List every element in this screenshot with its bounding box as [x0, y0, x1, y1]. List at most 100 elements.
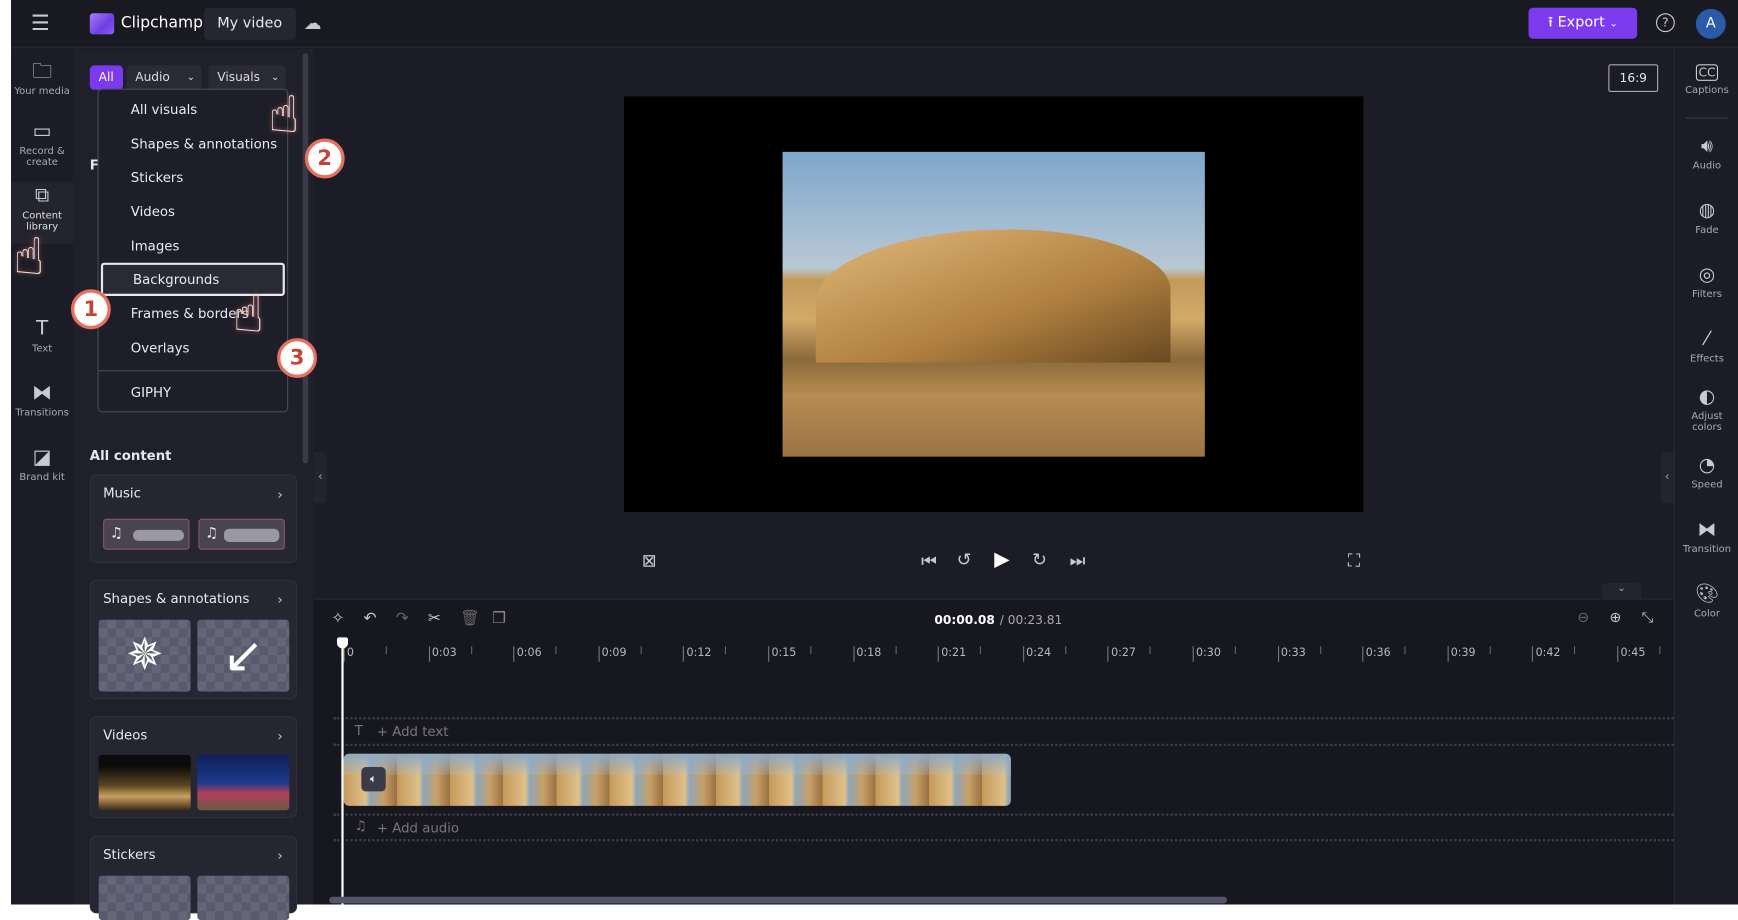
- export-button[interactable]: ⭱ Export ⌄: [1528, 7, 1638, 39]
- pyramid-video-thumb[interactable]: [98, 754, 191, 811]
- fullscreen-icon[interactable]: ⛶: [1348, 551, 1360, 570]
- arrow-shape-thumb[interactable]: ↙: [197, 619, 290, 692]
- menu-item-giphy[interactable]: GIPHY: [101, 376, 285, 409]
- menu-item-videos[interactable]: Videos: [101, 195, 285, 228]
- duplicate-icon[interactable]: ❐: [492, 611, 506, 627]
- playhead[interactable]: [341, 639, 344, 906]
- rail-transition[interactable]: ⧓ Transition: [1675, 520, 1738, 555]
- card-title: Music: [103, 485, 141, 502]
- redo-icon[interactable]: ↷: [396, 611, 409, 627]
- zoom-in-icon[interactable]: ⊕: [1609, 611, 1621, 625]
- menu-divider: [98, 370, 288, 372]
- project-title[interactable]: My video: [203, 7, 296, 40]
- menu-item-all-visuals[interactable]: All visuals: [101, 93, 285, 126]
- eiffel-video-thumb[interactable]: [197, 754, 290, 811]
- menu-item-images[interactable]: Images: [101, 229, 285, 262]
- filter-visuals-label: Visuals: [217, 69, 261, 85]
- timeline-scrollbar[interactable]: [329, 896, 1228, 904]
- camera-off-icon[interactable]: ⊠: [642, 551, 657, 570]
- skip-back-icon[interactable]: ⏮: [921, 551, 937, 570]
- chevron-right-icon[interactable]: ›: [277, 728, 282, 744]
- filter-all[interactable]: All: [89, 65, 123, 90]
- rail-label: Effects: [1690, 353, 1724, 365]
- clipchamp-logo: [89, 13, 115, 35]
- card-title: Videos: [103, 727, 148, 743]
- collapse-left-panel-button[interactable]: ‹: [313, 452, 327, 504]
- rail-label: Color: [1693, 608, 1720, 620]
- play-icon[interactable]: ▶: [994, 549, 1009, 570]
- step-badge-1: 1: [70, 289, 111, 330]
- pointer-hand-icon: ☝: [268, 84, 300, 145]
- skip-forward-icon[interactable]: ⏭: [1070, 551, 1086, 570]
- help-icon[interactable]: ?: [1655, 13, 1675, 33]
- rewind-5-icon[interactable]: ↺: [957, 550, 972, 569]
- rail-color[interactable]: 🎨︎ Color: [1675, 583, 1738, 620]
- track-divider: [333, 743, 1674, 746]
- ruler-minor-tick: [1659, 646, 1661, 654]
- videos-card[interactable]: Videos ›: [89, 716, 298, 819]
- rail-speed[interactable]: ◔ Speed: [1675, 456, 1738, 491]
- sticker-thumb[interactable]: [98, 875, 191, 920]
- music-thumb[interactable]: ♫: [198, 518, 285, 550]
- zoom-out-icon[interactable]: ⊖: [1577, 611, 1589, 625]
- collapse-timeline-button[interactable]: ⌄: [1601, 583, 1642, 599]
- filter-audio[interactable]: Audio ⌄: [126, 65, 202, 90]
- rail-text[interactable]: T Text: [11, 319, 73, 355]
- undo-icon[interactable]: ↶: [364, 611, 377, 627]
- pointer-hand-icon: ☝: [13, 226, 45, 286]
- clipchamp-editor: ☰ Clipchamp My video ☁ ⭱ Export ⌄ ? A 🗀 Y…: [11, 0, 1738, 920]
- magic-wand-icon: ⁄: [1705, 328, 1709, 351]
- magic-icon[interactable]: ✧: [331, 611, 344, 627]
- burst-shape-thumb[interactable]: ✵: [98, 619, 191, 692]
- rail-brand-kit[interactable]: ◪ Brand kit: [11, 447, 73, 483]
- menu-item-stickers[interactable]: Stickers: [101, 161, 285, 194]
- playhead-handle[interactable]: [336, 637, 349, 649]
- rail-fade[interactable]: ◍ Fade: [1675, 201, 1738, 236]
- rail-transitions[interactable]: ⧓ Transitions: [11, 383, 73, 419]
- stickers-card[interactable]: Stickers ›: [89, 835, 298, 920]
- shapes-card[interactable]: Shapes & annotations › ✵ ↙: [89, 579, 298, 700]
- sticker-thumb[interactable]: [197, 875, 290, 920]
- ruler-minor-tick: [385, 646, 387, 654]
- add-audio-button[interactable]: + Add audio: [377, 820, 459, 836]
- dune-shape: [815, 229, 1171, 363]
- chevron-right-icon[interactable]: ›: [277, 848, 282, 864]
- right-rail: CC Captions 🔊︎ Audio ◍ Fade ◎ Filters ⁄ Effec…: [1673, 48, 1738, 905]
- ruler-tick-label: 0:12: [683, 646, 711, 662]
- ruler-tick-label: 0:27: [1107, 646, 1136, 662]
- captions-icon: CC: [1695, 64, 1719, 81]
- card-title: Stickers: [103, 846, 156, 863]
- ruler-tick-label: 0:03: [428, 646, 457, 662]
- video-canvas[interactable]: [624, 96, 1364, 513]
- forward-5-icon[interactable]: ↻: [1032, 550, 1047, 569]
- chevron-right-icon[interactable]: ›: [277, 487, 282, 503]
- fit-timeline-icon[interactable]: ⤡: [1642, 611, 1654, 625]
- music-thumb[interactable]: ♫: [103, 518, 190, 550]
- aspect-ratio-button[interactable]: 16:9: [1608, 64, 1659, 92]
- add-text-button[interactable]: + Add text: [377, 724, 449, 740]
- rail-record-create[interactable]: ▭ Record & create: [11, 121, 73, 168]
- ruler-minor-tick: [725, 646, 727, 654]
- chevron-down-icon: ⌄: [186, 72, 196, 84]
- rail-effects[interactable]: ⁄ Effects: [1675, 328, 1738, 365]
- rail-filters[interactable]: ◎ Filters: [1675, 265, 1738, 300]
- rail-your-media[interactable]: 🗀 Your media: [11, 62, 73, 98]
- clip-volume-icon[interactable]: 🔈︎: [361, 767, 386, 792]
- palette-icon: 🎨︎: [1694, 583, 1719, 606]
- rail-adjust-colors[interactable]: ◐ Adjust colors: [1675, 387, 1738, 433]
- rail-audio[interactable]: 🔊︎ Audio: [1675, 137, 1738, 172]
- music-note-icon: ♫: [109, 525, 123, 543]
- preview-area: 16:9 ⊠ ⏮ ↺ ▶ ↻ ⏭ ⛶ ‹ ‹ ⌄: [313, 48, 1674, 599]
- avatar[interactable]: A: [1695, 8, 1726, 39]
- panel-scrollbar[interactable]: [302, 53, 309, 464]
- chevron-right-icon[interactable]: ›: [277, 592, 282, 608]
- music-card[interactable]: Music › ♫ ♫: [89, 474, 298, 564]
- hamburger-menu-icon[interactable]: ☰: [31, 13, 50, 34]
- rail-captions[interactable]: CC Captions: [1675, 64, 1738, 96]
- menu-item-shapes[interactable]: Shapes & annotations: [101, 127, 285, 160]
- video-clip[interactable]: 🔈︎: [343, 753, 1011, 806]
- rail-label: Transitions: [15, 407, 69, 419]
- delete-icon[interactable]: 🗑︎: [460, 611, 480, 627]
- collapse-right-panel-button[interactable]: ‹: [1660, 452, 1674, 504]
- scissors-icon[interactable]: ✂: [428, 611, 441, 627]
